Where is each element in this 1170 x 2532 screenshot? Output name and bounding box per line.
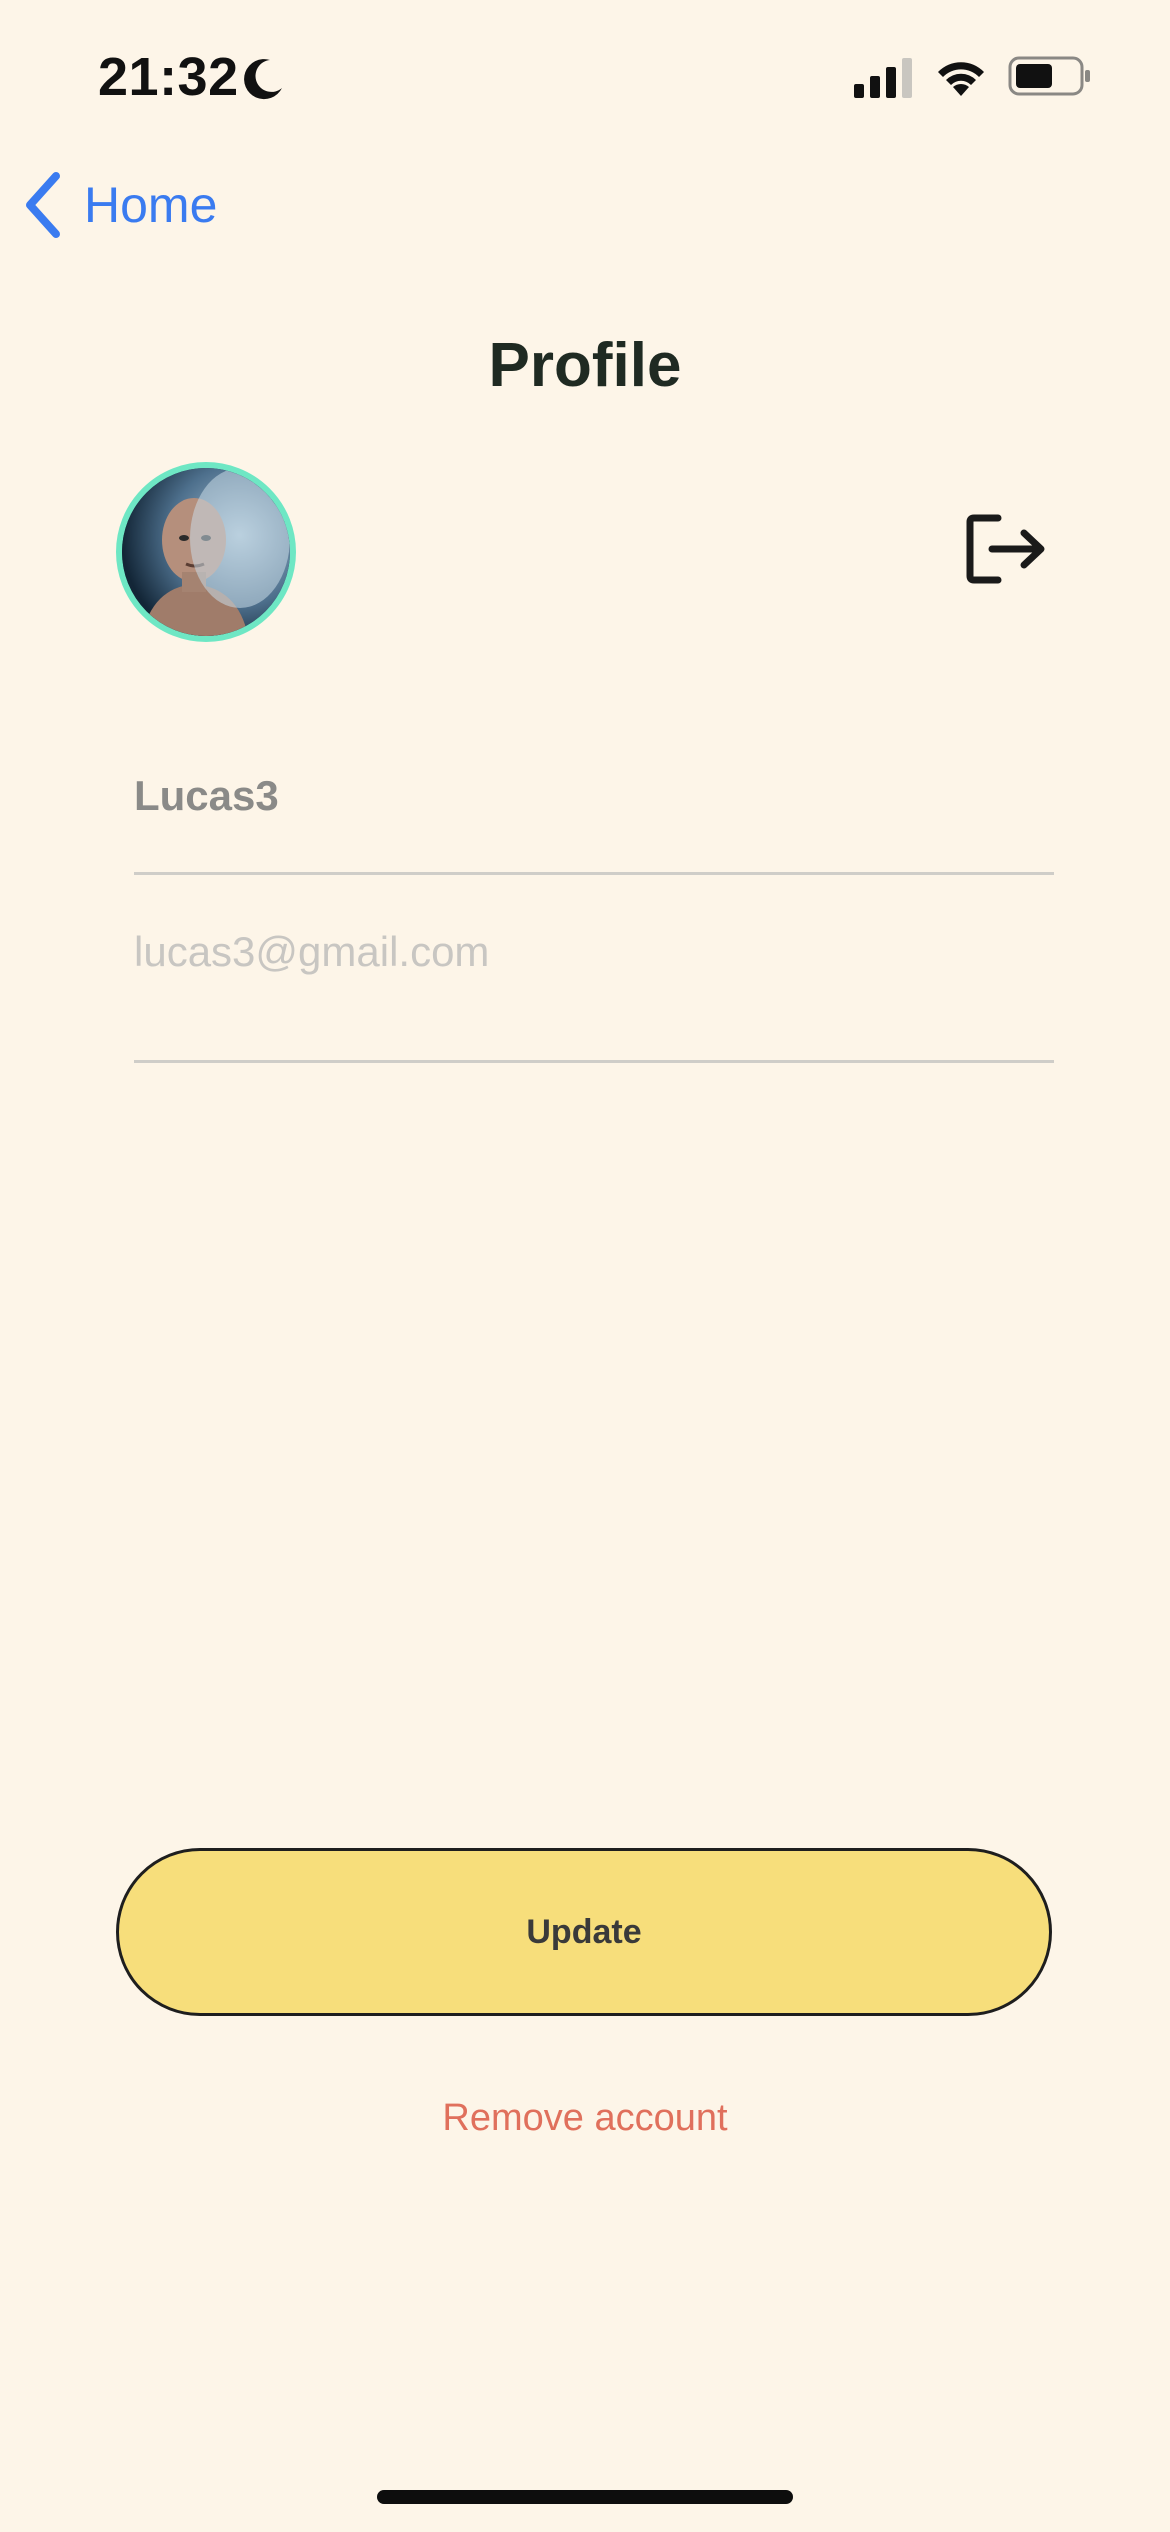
update-button-label: Update [526,1912,642,1951]
signal-icon [854,58,912,98]
chevron-left-icon [26,172,60,238]
page-title: Profile [488,331,682,400]
moon-icon [244,59,282,100]
update-button[interactable]: Update [116,1848,1052,2016]
email-field[interactable] [134,908,1054,1063]
remove-account-link[interactable]: Remove account [0,2090,1170,2146]
status-time: 21:32 [98,47,239,107]
logout-icon[interactable] [964,512,1048,586]
username-field[interactable] [134,756,1054,875]
back-home-link[interactable]: Home [22,170,217,240]
home-indicator[interactable] [377,2490,793,2504]
avatar[interactable] [116,462,296,642]
username-input[interactable] [134,756,1054,836]
email-input[interactable] [134,908,1054,996]
battery-icon [1008,56,1090,96]
back-label: Home [84,177,218,233]
avatar-photo [122,468,290,636]
wifi-icon [938,62,984,96]
